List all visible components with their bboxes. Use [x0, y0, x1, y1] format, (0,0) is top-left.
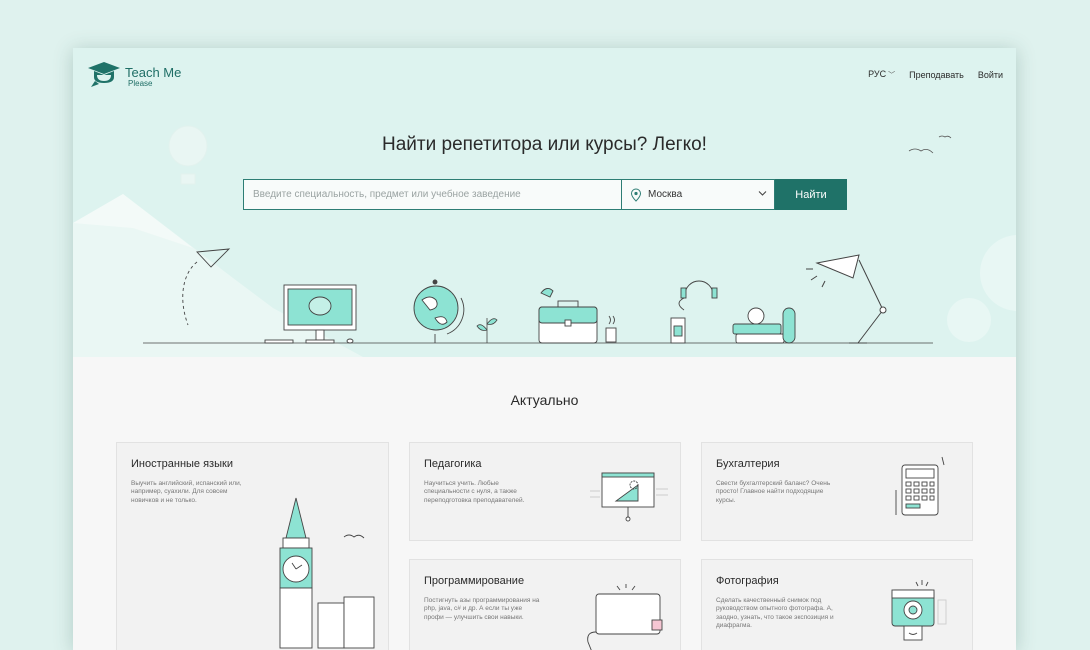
card-description: Сделать качественный снимок под руководс…	[716, 597, 834, 630]
teach-link[interactable]: Преподавать	[909, 70, 964, 80]
card-title: Иностранные языки	[131, 458, 233, 470]
hero-title: Найти репетитора или курсы? Легко!	[382, 134, 707, 155]
card-description: Постигнуть азы программирования на php, …	[424, 597, 540, 621]
card-title: Программирование	[424, 575, 525, 587]
city-select[interactable]: Москва	[621, 179, 775, 210]
category-card-languages[interactable]: Иностранные языки Выучить английский, ис…	[116, 442, 389, 650]
search-button[interactable]: Найти	[775, 179, 847, 210]
chevron-down-icon: ﹀	[888, 72, 896, 79]
nav-links: РУС ﹀ Преподавать Войти	[868, 69, 1003, 80]
hero: Teach Me Please РУС ﹀ Преподавать Войти Н…	[73, 48, 1016, 357]
calculator-icon	[895, 456, 945, 516]
camera-icon	[891, 580, 947, 641]
presentation-board-icon	[590, 472, 668, 522]
category-card-photography[interactable]: Фотография Сделать качественный снимок п…	[701, 559, 973, 650]
cup-icon	[605, 315, 617, 343]
search-bar: Москва Найти	[243, 179, 847, 210]
brand-subname: Please	[128, 79, 153, 88]
graduation-cap-chat-icon	[88, 62, 120, 87]
headphones-phone-icon	[670, 280, 718, 344]
books-clock-icon	[732, 307, 796, 344]
language-label: РУС	[868, 69, 887, 79]
category-card-programming[interactable]: Программирование Постигнуть азы программ…	[409, 559, 681, 650]
section-title: Актуально	[510, 392, 579, 408]
top-navigation: Teach Me Please РУС ﹀ Преподавать Войти	[73, 48, 1016, 108]
card-title: Педагогика	[424, 458, 482, 470]
card-description: Выучить английский, испанский или, напри…	[131, 480, 242, 504]
category-card-pedagogy[interactable]: Педагогика Научиться учить. Любые специа…	[409, 442, 681, 541]
desk-lamp-icon	[806, 254, 887, 344]
brand-name: Teach Me	[125, 65, 182, 80]
city-value: Москва	[648, 189, 683, 200]
chevron-down-icon	[758, 191, 767, 196]
card-title: Фотография	[716, 575, 779, 587]
card-title: Бухгалтерия	[716, 458, 780, 470]
category-card-accounting[interactable]: Бухгалтерия Свести бухгалтерский баланс?…	[701, 442, 973, 541]
logo[interactable]: Teach Me Please	[87, 60, 181, 88]
globe-icon	[413, 279, 465, 343]
page: Teach Me Please РУС ﹀ Преподавать Войти Н…	[73, 48, 1016, 650]
big-ben-icon	[279, 497, 375, 649]
login-link[interactable]: Войти	[978, 70, 1003, 80]
card-description: Научиться учить. Любые специальности с н…	[424, 480, 525, 504]
language-switcher[interactable]: РУС ﹀	[868, 69, 895, 80]
card-description: Свести бухгалтерский баланс? Очень прост…	[716, 480, 831, 504]
plant-icon	[476, 318, 498, 343]
search-input[interactable]	[243, 179, 621, 210]
map-pin-icon	[630, 187, 642, 202]
briefcase-icon	[538, 288, 598, 344]
laptop-icon	[587, 584, 663, 650]
